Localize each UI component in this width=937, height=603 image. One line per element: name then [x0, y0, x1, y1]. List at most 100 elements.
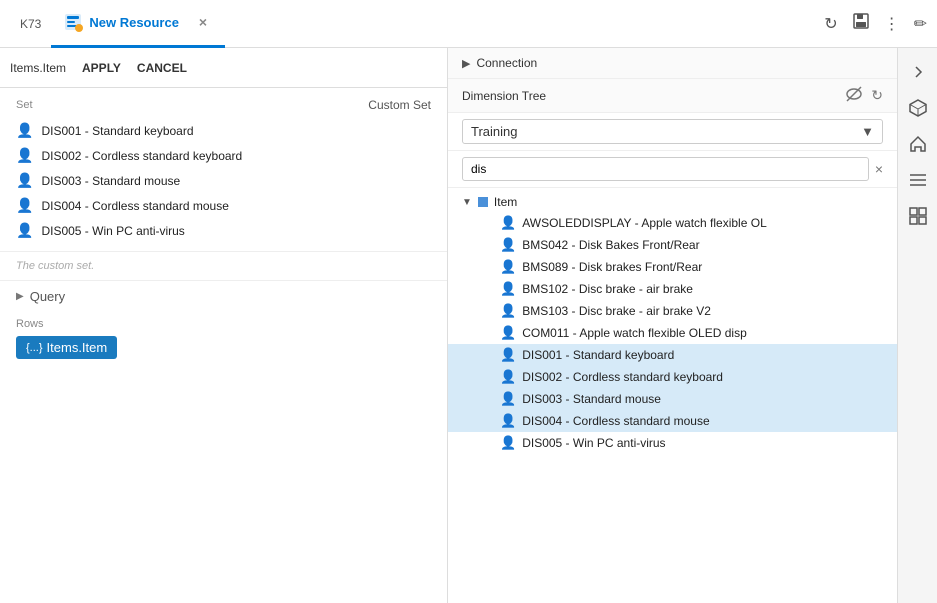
- member-tree-icon: 👤: [500, 303, 516, 319]
- member-tree-icon: 👤: [500, 391, 516, 407]
- list-item[interactable]: 👤 DIS005 - Win PC anti-virus: [16, 220, 431, 241]
- tree-item[interactable]: 👤 BMS103 - Disc brake - air brake V2: [448, 300, 897, 322]
- custom-set-note: The custom set.: [0, 252, 447, 280]
- cube-icon-button[interactable]: [902, 92, 934, 124]
- tree-item-label: BMS103 - Disc brake - air brake V2: [522, 304, 711, 318]
- member-tree-icon: 👤: [500, 347, 516, 363]
- list-icon-button[interactable]: [902, 164, 934, 196]
- dropdown-value: Training: [471, 124, 517, 139]
- search-bar: ×: [448, 151, 897, 188]
- list-item[interactable]: 👤 DIS004 - Cordless standard mouse: [16, 195, 431, 216]
- tree-item-label: DIS004 - Cordless standard mouse: [522, 414, 709, 428]
- right-panel: ▶ Connection Dimension Tree ↻ Training ▼: [448, 48, 897, 603]
- training-dropdown[interactable]: Training ▼: [462, 119, 883, 144]
- rows-section: Rows {...} Items.Item: [0, 312, 447, 365]
- side-icons-panel: [897, 48, 937, 603]
- tree-item-selected[interactable]: 👤 DIS002 - Cordless standard keyboard: [448, 366, 897, 388]
- member-icon: 👤: [16, 122, 33, 139]
- tab-icon: [63, 12, 83, 32]
- list-item[interactable]: 👤 DIS003 - Standard mouse: [16, 170, 431, 191]
- rows-label: Rows: [16, 318, 431, 330]
- search-clear-button[interactable]: ×: [875, 161, 883, 177]
- tree-item-selected[interactable]: 👤 DIS003 - Standard mouse: [448, 388, 897, 410]
- tree-item[interactable]: 👤 BMS102 - Disc brake - air brake: [448, 278, 897, 300]
- set-item-text: DIS004 - Cordless standard mouse: [41, 199, 228, 213]
- query-header[interactable]: ▶ Query: [0, 281, 447, 312]
- set-item-text: DIS002 - Cordless standard keyboard: [41, 149, 242, 163]
- set-item-text: DIS005 - Win PC anti-virus: [41, 224, 184, 238]
- tab-title: New Resource: [89, 15, 179, 30]
- grid-icon-button[interactable]: [902, 200, 934, 232]
- set-items-list: 👤 DIS001 - Standard keyboard 👤 DIS002 - …: [16, 120, 431, 241]
- tree-item-label: DIS005 - Win PC anti-virus: [522, 436, 665, 450]
- tree-area: ▼ Item 👤 AWSOLEDDISPLAY - Apple watch fl…: [448, 188, 897, 603]
- list-item[interactable]: 👤 DIS002 - Cordless standard keyboard: [16, 145, 431, 166]
- tree-item[interactable]: 👤 BMS089 - Disk brakes Front/Rear: [448, 256, 897, 278]
- query-label: Query: [30, 289, 65, 304]
- side-chevron-button[interactable]: [902, 56, 934, 88]
- save-icon[interactable]: [852, 12, 870, 35]
- rows-item-label: Items.Item: [47, 340, 108, 355]
- edit-icon[interactable]: ✏: [914, 14, 927, 34]
- custom-set-label: Custom Set: [368, 98, 431, 112]
- tree-item[interactable]: 👤 AWSOLEDDISPLAY - Apple watch flexible …: [448, 212, 897, 234]
- refresh-tree-icon[interactable]: ↻: [871, 87, 883, 104]
- tree-item-label: BMS102 - Disc brake - air brake: [522, 282, 693, 296]
- member-tree-icon: 👤: [500, 237, 516, 253]
- left-panel: Items.Item APPLY CANCEL Set Custom Set 👤…: [0, 48, 448, 603]
- refresh-icon[interactable]: ↻: [824, 14, 837, 34]
- connection-bar: ▶ Connection: [448, 48, 897, 79]
- tree-item-label: AWSOLEDDISPLAY - Apple watch flexible OL: [522, 216, 767, 230]
- tree-item-label: DIS002 - Cordless standard keyboard: [522, 370, 723, 384]
- dimension-tree-bar: Dimension Tree ↻: [448, 79, 897, 113]
- member-tree-icon: 👤: [500, 435, 516, 451]
- tree-item[interactable]: 👤 DIS005 - Win PC anti-virus: [448, 432, 897, 454]
- member-tree-icon: 👤: [500, 259, 516, 275]
- member-tree-icon: 👤: [500, 281, 516, 297]
- member-tree-icon: 👤: [500, 325, 516, 341]
- tree-item-label: DIS001 - Standard keyboard: [522, 348, 674, 362]
- cancel-button[interactable]: CANCEL: [137, 61, 187, 75]
- dropdown-bar: Training ▼: [448, 113, 897, 151]
- items-item-label: Items.Item: [10, 61, 66, 75]
- query-section: ▶ Query: [0, 280, 447, 312]
- set-label: Set: [16, 99, 33, 111]
- tree-item-label: BMS089 - Disk brakes Front/Rear: [522, 260, 702, 274]
- set-header: Set Custom Set: [16, 98, 431, 112]
- set-item-text: DIS001 - Standard keyboard: [41, 124, 193, 138]
- tree-item-selected[interactable]: 👤 DIS004 - Cordless standard mouse: [448, 410, 897, 432]
- query-arrow-icon: ▶: [16, 291, 24, 302]
- tab-close-button[interactable]: ×: [193, 12, 213, 32]
- tree-item[interactable]: 👤 COM011 - Apple watch flexible OLED dis…: [448, 322, 897, 344]
- left-toolbar: Items.Item APPLY CANCEL: [0, 48, 447, 88]
- tree-expand-icon: ▼: [462, 197, 472, 208]
- hide-icon[interactable]: [845, 85, 863, 106]
- member-tree-icon: 👤: [500, 413, 516, 429]
- rows-item[interactable]: {...} Items.Item: [16, 336, 117, 359]
- search-input[interactable]: [462, 157, 869, 181]
- rows-braces-icon: {...}: [26, 342, 43, 354]
- tree-item-selected[interactable]: 👤 DIS001 - Standard keyboard: [448, 344, 897, 366]
- connection-label: Connection: [476, 56, 537, 70]
- member-icon: 👤: [16, 172, 33, 189]
- member-icon: 👤: [16, 147, 33, 164]
- member-tree-icon: 👤: [500, 215, 516, 231]
- new-resource-tab[interactable]: New Resource ×: [51, 0, 225, 48]
- set-item-text: DIS003 - Standard mouse: [41, 174, 180, 188]
- connection-expand-icon[interactable]: ▶: [462, 57, 470, 70]
- tree-root-item[interactable]: ▼ Item: [448, 192, 897, 212]
- set-panel: Set Custom Set 👤 DIS001 - Standard keybo…: [0, 88, 447, 252]
- dimension-tree-label: Dimension Tree: [462, 89, 837, 103]
- member-tree-icon: 👤: [500, 369, 516, 385]
- apply-button[interactable]: APPLY: [82, 61, 121, 75]
- dropdown-chevron-icon: ▼: [861, 124, 874, 139]
- tree-item[interactable]: 👤 BMS042 - Disk Bakes Front/Rear: [448, 234, 897, 256]
- member-icon: 👤: [16, 222, 33, 239]
- list-item[interactable]: 👤 DIS001 - Standard keyboard: [16, 120, 431, 141]
- tree-item-label: DIS003 - Standard mouse: [522, 392, 661, 406]
- more-icon[interactable]: ⋮: [884, 14, 900, 34]
- member-icon: 👤: [16, 197, 33, 214]
- tree-root-label: Item: [494, 195, 517, 209]
- home-icon-button[interactable]: [902, 128, 934, 160]
- tree-item-label: BMS042 - Disk Bakes Front/Rear: [522, 238, 699, 252]
